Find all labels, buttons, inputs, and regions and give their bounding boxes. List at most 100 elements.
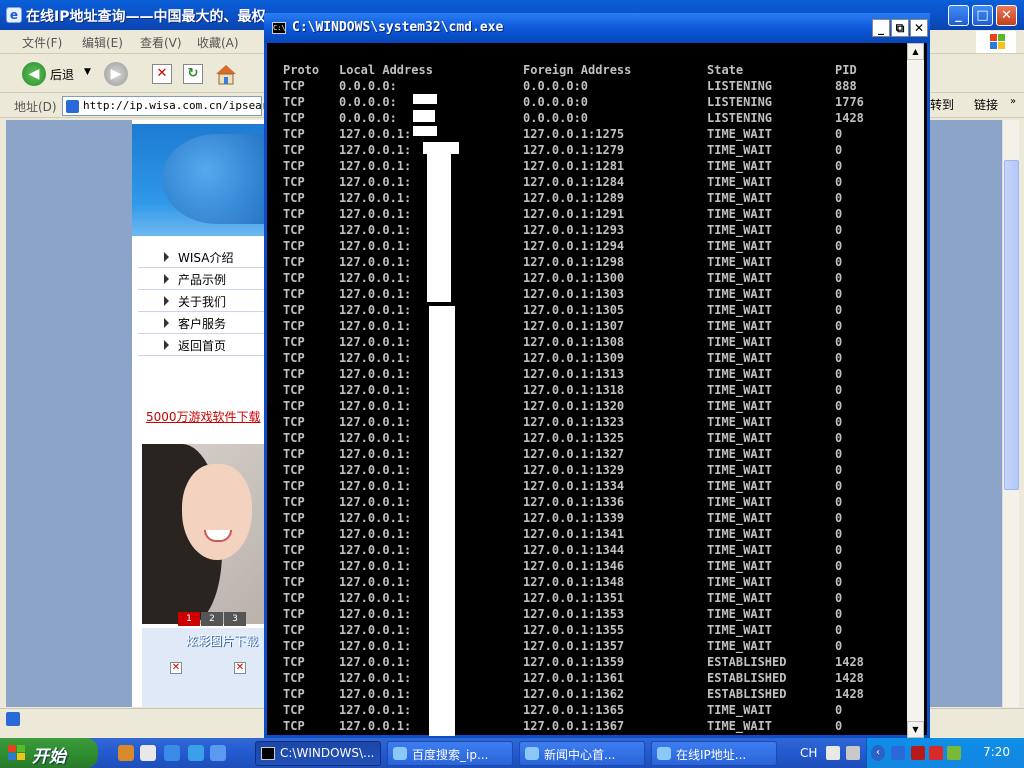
broken-image-icon: ✕ [234,662,246,674]
tray-expand-icon[interactable]: ‹ [871,745,885,761]
scroll-down-icon[interactable]: ▼ [907,721,924,738]
cell-pid: 0 [835,143,843,157]
cmd-title-bar[interactable]: C:\ C:\WINDOWS\system32\cmd.exe _ ⧉ ✕ [264,13,930,43]
nav-item-home[interactable]: 返回首页 [138,334,272,356]
browser-scrollbar[interactable] [1002,120,1019,707]
cell-pid: 1776 [835,95,864,109]
tray-icon[interactable] [891,746,905,760]
promo-photo[interactable] [142,444,272,624]
input-method-icon[interactable] [826,746,840,760]
cmd-minimize-button[interactable]: _ [872,19,890,37]
network-icon[interactable] [947,746,961,760]
address-input[interactable]: http://ip.wisa.com.cn/ipsearch [62,96,282,116]
cell-state: TIME_WAIT [707,511,773,525]
table-row: TCP 127.0.0.1: 127.0.0.1:1341 TIME_WAIT 0 [283,526,903,542]
cell-foreign: 127.0.0.1:1329 [523,463,625,477]
table-row: TCP 127.0.0.1: 127.0.0.1:1329 TIME_WAIT 0 [283,462,903,478]
menu-view[interactable]: 查看(V) [140,34,182,51]
cmd-restore-button[interactable]: ⧉ [891,19,909,37]
minimize-button[interactable]: _ [948,5,969,26]
quicklaunch-icon[interactable] [140,745,156,761]
antivirus-icon[interactable] [929,746,943,760]
ad-link[interactable]: 5000万游戏软件下载 [146,408,261,425]
cell-local: 127.0.0.1: [339,239,412,253]
stop-icon[interactable]: ✕ [152,64,172,84]
clock[interactable]: 7:20 [983,745,1010,759]
task-baidu[interactable]: 百度搜索_ip... [387,741,513,766]
menu-file[interactable]: 文件(F) [22,34,62,51]
links-label[interactable]: 链接 [974,96,998,113]
nav-item-about[interactable]: 关于我们 [138,290,272,312]
go-button[interactable]: 转到 [930,96,954,113]
cell-proto: TCP [283,143,305,157]
site-banner [132,124,272,236]
cmd-scrollbar[interactable]: ▲ ▼ [907,43,924,738]
task-ip-search[interactable]: 在线IP地址... [651,741,777,766]
cell-local: 127.0.0.1: [339,287,412,301]
cell-foreign: 127.0.0.1:1294 [523,239,625,253]
cell-state: TIME_WAIT [707,335,773,349]
cell-proto: TCP [283,95,305,109]
pager-item[interactable]: 1 [178,612,200,626]
scroll-thumb[interactable] [1004,160,1019,490]
cell-pid: 0 [835,239,843,253]
quicklaunch-icon[interactable] [118,745,134,761]
cell-foreign: 127.0.0.1:1346 [523,559,625,573]
col-local: Local Address [339,63,433,77]
cell-proto: TCP [283,671,305,685]
quicklaunch-icon[interactable] [164,745,180,761]
nav-item-wisa[interactable]: WISA介绍 [138,246,272,268]
table-row: TCP 127.0.0.1: 127.0.0.1:1281 TIME_WAIT 0 [283,158,903,174]
links-chevron-icon[interactable]: » [1010,96,1016,107]
task-cmd[interactable]: C:\WINDOWS\... [255,741,381,766]
cmd-close-button[interactable]: ✕ [910,19,928,37]
back-button[interactable]: ◀ [22,62,46,86]
pager-item[interactable]: 2 [201,612,223,626]
cell-pid: 0 [835,447,843,461]
quicklaunch-icon[interactable] [210,745,226,761]
nav-label: WISA介绍 [178,251,234,265]
forward-button[interactable]: ▶ [104,62,128,86]
cell-local: 127.0.0.1: [339,191,412,205]
back-dropdown-icon[interactable]: ▼ [84,67,91,77]
cell-pid: 0 [835,607,843,621]
close-button[interactable]: ✕ [996,5,1017,26]
cell-local: 127.0.0.1: [339,399,412,413]
arrow-icon [164,252,169,262]
cell-state: TIME_WAIT [707,159,773,173]
nav-item-products[interactable]: 产品示例 [138,268,272,290]
cell-proto: TCP [283,591,305,605]
cell-foreign: 127.0.0.1:1320 [523,399,625,413]
redaction [413,110,435,122]
table-row: TCP 127.0.0.1: 127.0.0.1:1313 TIME_WAIT 0 [283,366,903,382]
cell-proto: TCP [283,127,305,141]
language-indicator[interactable]: CH [800,746,817,760]
home-icon[interactable] [214,62,238,86]
cell-local: 127.0.0.1: [339,559,412,573]
cell-pid: 888 [835,79,857,93]
cell-proto: TCP [283,511,305,525]
cell-pid: 0 [835,255,843,269]
netstat-rows: TCP 0.0.0.0: 0.0.0.0:0 LISTENING 888 TCP 0.0.0… [283,78,903,734]
pager-item[interactable]: 3 [224,612,246,626]
task-news[interactable]: 新闻中心首... [519,741,645,766]
refresh-icon[interactable]: ↻ [183,64,203,84]
tray-icon[interactable] [911,746,925,760]
cell-state: TIME_WAIT [707,351,773,365]
start-button[interactable]: 开始 [0,738,98,768]
menu-favorites[interactable]: 收藏(A) [197,34,239,51]
menu-edit[interactable]: 编辑(E) [82,34,123,51]
cell-local: 127.0.0.1: [339,527,412,541]
cell-foreign: 127.0.0.1:1323 [523,415,625,429]
scroll-up-icon[interactable]: ▲ [907,43,924,60]
cell-pid: 0 [835,623,843,637]
ie-quicklaunch-icon[interactable] [188,745,204,761]
cell-foreign: 127.0.0.1:1361 [523,671,625,685]
help-icon[interactable] [846,746,860,760]
cell-foreign: 127.0.0.1:1318 [523,383,625,397]
cell-pid: 0 [835,495,843,509]
cell-foreign: 127.0.0.1:1334 [523,479,625,493]
nav-item-service[interactable]: 客户服务 [138,312,272,334]
maximize-button[interactable]: □ [972,5,993,26]
cell-proto: TCP [283,607,305,621]
